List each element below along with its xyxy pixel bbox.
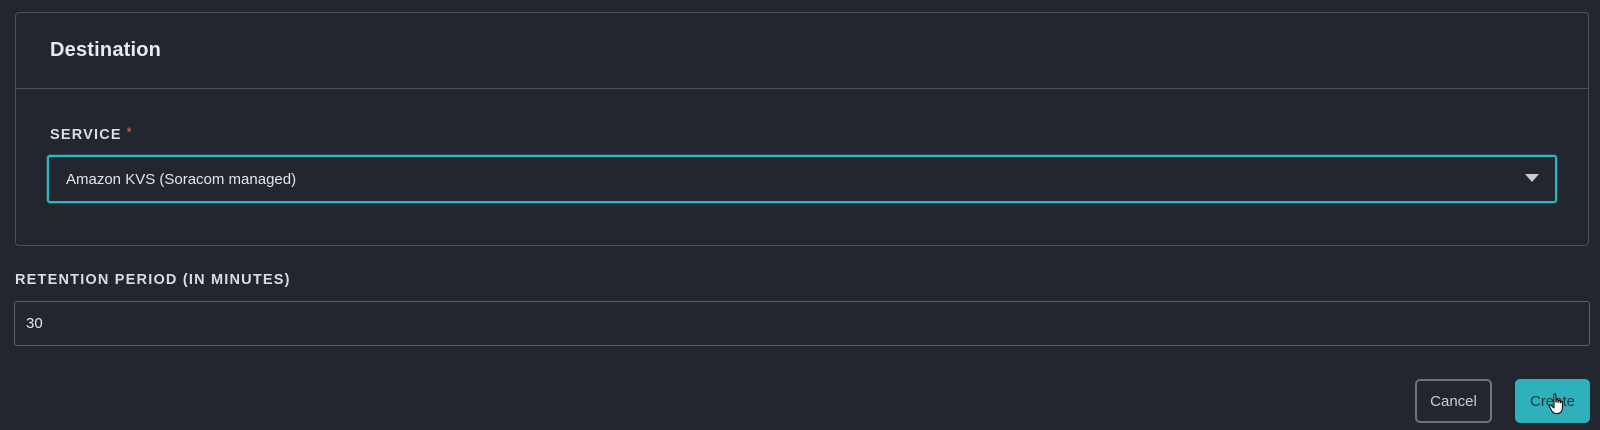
retention-period-input[interactable] — [14, 301, 1590, 346]
cancel-button[interactable]: Cancel — [1415, 379, 1492, 423]
service-select[interactable]: Amazon KVS (Soracom managed) — [47, 155, 1557, 203]
destination-title: Destination — [50, 39, 162, 61]
destination-panel: Destination SERVICE * Amazon KVS (Soracom… — [15, 12, 1589, 246]
destination-panel-header: Destination — [16, 13, 1588, 89]
create-button[interactable]: Create — [1515, 379, 1590, 423]
required-indicator: * — [126, 125, 133, 139]
service-select-value: Amazon KVS (Soracom managed) — [66, 170, 297, 188]
service-label-text: SERVICE — [50, 127, 122, 143]
retention-period-label: RETENTION PERIOD (IN MINUTES) — [15, 272, 291, 288]
chevron-down-icon — [1525, 174, 1539, 182]
service-label: SERVICE * — [50, 125, 133, 143]
